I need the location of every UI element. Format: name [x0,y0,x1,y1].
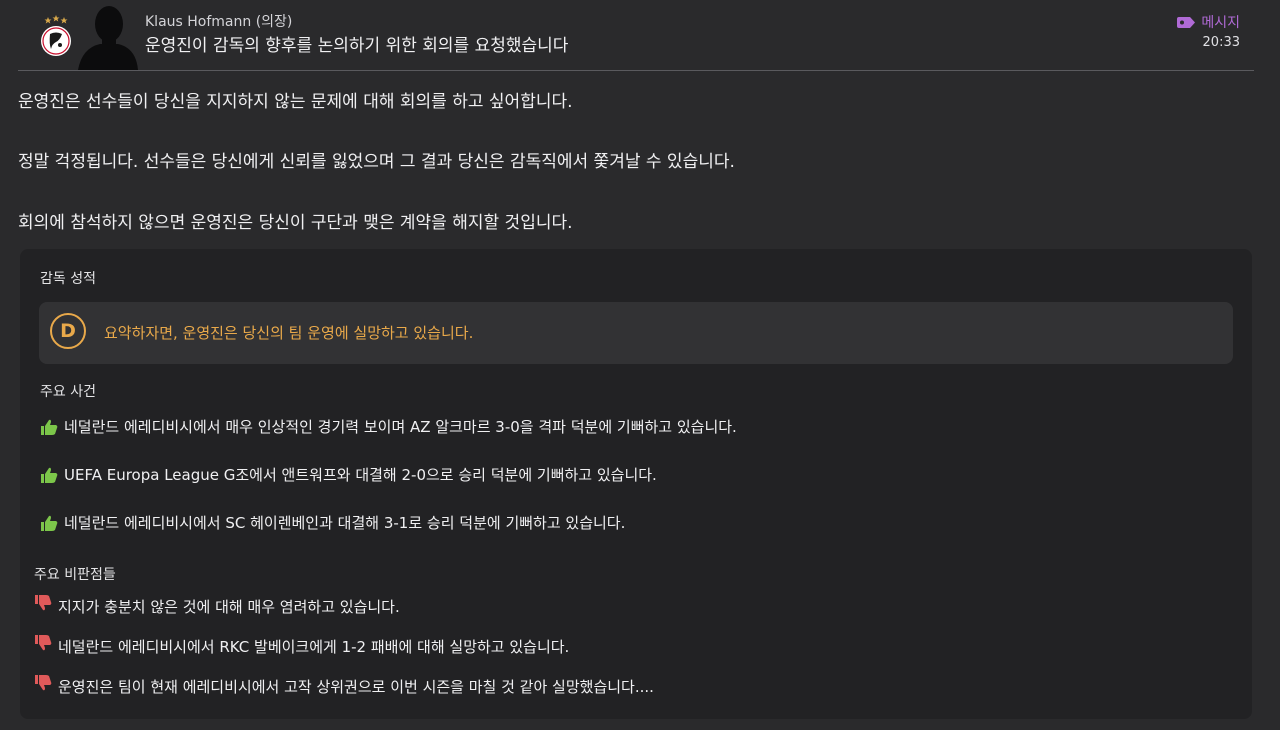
body-paragraph: 정말 걱정됩니다. 선수들은 당신에게 신뢰를 잃었으며 그 결과 당신은 감독… [18,152,735,172]
thumbs-up-icon [41,467,58,483]
key-event-text: UEFA Europa League G조에서 앤트워프와 대결해 2-0으로 … [64,466,657,484]
message-tag[interactable]: 메시지 [1177,12,1240,32]
key-event-text: 네덜란드 에레디비시에서 매우 인상적인 경기력 보이며 AZ 알크마르 3-0… [64,418,737,436]
manager-performance-card: 감독 성적 D 요약하자면, 운영진은 당신의 팀 운영에 실망하고 있습니다.… [20,249,1252,719]
key-event-item: 네덜란드 에레디비시에서 매우 인상적인 경기력 보이며 AZ 알크마르 3-0… [40,416,737,437]
criticism-text: 지지가 충분치 않은 것에 대해 매우 염려하고 있습니다. [58,598,400,616]
key-event-item: 네덜란드 에레디비시에서 SC 헤이렌베인과 대결해 3-1로 승리 덕분에 기… [40,512,625,533]
tag-icon [1177,16,1196,28]
key-events-title: 주요 사건 [40,384,96,400]
grade-summary-box: D 요약하자면, 운영진은 당신의 팀 운영에 실망하고 있습니다. [39,302,1233,364]
criticism-item: 운영진은 팀이 현재 에레디비시에서 고작 상위권으로 이번 시즌을 마칠 것 … [34,674,654,697]
criticism-item: 네덜란드 에레디비시에서 RKC 발베이크에게 1-2 패배에 대해 실망하고 … [34,634,570,657]
avatar-silhouette-icon [78,6,138,70]
sender-name: Klaus Hofmann (의장) [145,14,293,30]
criticism-text: 네덜란드 에레디비시에서 RKC 발베이크에게 1-2 패배에 대해 실망하고 … [58,638,570,656]
thumbs-down-icon [35,594,52,610]
criticisms-title: 주요 비판점들 [34,567,116,583]
message-view: Klaus Hofmann (의장) 운영진이 감독의 향후를 논의하기 위한 … [0,0,1280,730]
message-header: Klaus Hofmann (의장) 운영진이 감독의 향후를 논의하기 위한 … [18,0,1254,71]
performance-title: 감독 성적 [40,271,96,287]
thumbs-up-icon [41,419,58,435]
criticism-text: 운영진은 팀이 현재 에레디비시에서 고작 상위권으로 이번 시즌을 마칠 것 … [58,678,654,696]
key-event-text: 네덜란드 에레디비시에서 SC 헤이렌베인과 대결해 3-1로 승리 덕분에 기… [64,514,626,532]
grade-summary-text: 요약하자면, 운영진은 당신의 팀 운영에 실망하고 있습니다. [104,324,474,342]
message-subject: 운영진이 감독의 향후를 논의하기 위한 회의를 요청했습니다 [145,36,569,56]
thumbs-up-icon [41,515,58,531]
message-time: 20:33 [1202,35,1240,50]
key-event-item: UEFA Europa League G조에서 앤트워프와 대결해 2-0으로 … [40,464,657,485]
thumbs-down-icon [35,634,52,650]
thumbs-down-icon [35,674,52,690]
grade-badge: D [50,313,86,349]
body-paragraph: 운영진은 선수들이 당신을 지지하지 않는 문제에 대해 회의를 하고 싶어합니… [18,92,573,112]
body-paragraph: 회의에 참석하지 않으면 운영진은 당신이 구단과 맺은 계약을 해지할 것입니… [18,213,573,233]
club-logo-icon [41,15,71,56]
tag-label: 메시지 [1201,15,1240,31]
criticism-item: 지지가 충분치 않은 것에 대해 매우 염려하고 있습니다. [34,594,400,617]
scrollbar[interactable] [1270,0,1280,730]
